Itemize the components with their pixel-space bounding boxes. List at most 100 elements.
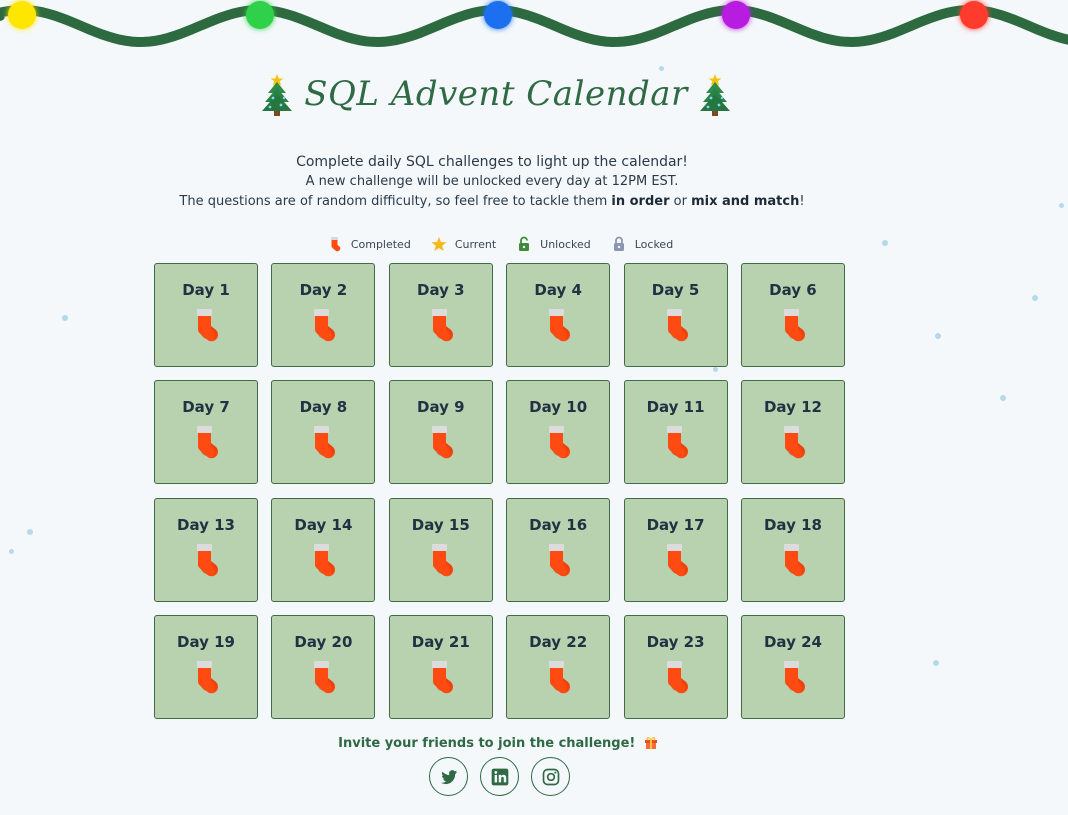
twitter-share-button[interactable]	[429, 757, 468, 796]
legend-label: Current	[454, 237, 497, 251]
legend-completed: Completed	[327, 236, 411, 252]
legend-label: Unlocked	[540, 237, 591, 251]
day-tile-14[interactable]: Day 14	[271, 497, 376, 602]
invite-message: Invite your friends to join the challeng…	[0, 735, 996, 751]
stocking-icon	[330, 237, 341, 252]
intro-line-3-prefix: The questions are of random difficulty, …	[179, 194, 612, 209]
light-bulb	[8, 1, 36, 29]
page-header: SQL Advent Calendar	[0, 72, 992, 120]
intro-emphasis-in-order: in order	[611, 194, 670, 209]
day-label: Day 23	[646, 632, 705, 651]
day-label: Day 16	[529, 515, 588, 534]
stocking-icon	[783, 426, 805, 459]
stocking-icon	[314, 426, 336, 459]
snowflake	[9, 549, 14, 554]
snowflake	[659, 66, 664, 71]
day-label: Day 22	[529, 632, 588, 651]
legend-unlocked: Unlocked	[516, 236, 591, 252]
day-tile-19[interactable]: Day 19	[154, 614, 258, 719]
day-tile-18[interactable]: Day 18	[740, 497, 845, 602]
snowflake	[1059, 203, 1064, 208]
christmas-tree-icon	[699, 74, 730, 116]
day-label: Day 7	[182, 398, 230, 417]
intro-line-1: Complete daily SQL challenges to light u…	[296, 154, 688, 170]
day-tile-22[interactable]: Day 22	[506, 614, 611, 719]
day-label: Day 11	[646, 398, 705, 417]
day-tile-6[interactable]: Day 6	[740, 263, 845, 367]
day-tile-15[interactable]: Day 15	[388, 497, 493, 602]
social-share-links	[429, 757, 570, 796]
page-title-row: SQL Advent Calendar	[260, 72, 732, 116]
stocking-icon	[783, 543, 805, 576]
day-label: Day 15	[411, 515, 470, 534]
stocking-icon	[431, 543, 453, 576]
day-label: Day 1	[182, 281, 230, 299]
twitter-icon	[440, 769, 457, 784]
day-tile-11[interactable]: Day 11	[623, 380, 728, 485]
intro-line-3: The questions are of random difficulty, …	[0, 192, 984, 212]
gift-icon	[644, 737, 657, 749]
day-label: Day 13	[177, 515, 235, 534]
day-label: Day 12	[763, 398, 822, 417]
intro-line-3-suffix: !	[799, 194, 805, 209]
stocking-icon	[197, 543, 219, 576]
stocking-icon	[197, 309, 219, 342]
day-label: Day 19	[177, 632, 235, 651]
day-tile-8[interactable]: Day 8	[271, 380, 376, 485]
day-label: Day 10	[529, 398, 588, 417]
stocking-icon	[197, 660, 219, 694]
star-icon	[431, 237, 447, 251]
day-label: Day 14	[294, 515, 353, 534]
invite-text: Invite your friends to join the challeng…	[338, 736, 636, 751]
instagram-share-button[interactable]	[531, 757, 570, 796]
stocking-icon	[783, 660, 805, 694]
day-tile-13[interactable]: Day 13	[154, 497, 258, 602]
day-tile-9[interactable]: Day 9	[388, 380, 493, 485]
day-tile-21[interactable]: Day 21	[388, 614, 493, 719]
day-label: Day 6	[769, 281, 817, 299]
stocking-icon	[431, 426, 453, 459]
day-label: Day 8	[299, 398, 348, 417]
stocking-icon	[549, 543, 571, 576]
day-tile-4[interactable]: Day 4	[506, 263, 611, 367]
legend-current: Current	[431, 236, 496, 252]
page-title: SQL Advent Calendar	[304, 74, 688, 114]
day-tile-3[interactable]: Day 3	[388, 263, 493, 367]
day-label: Day 5	[651, 281, 700, 299]
intro-emphasis-mix-and-match: mix and match	[691, 194, 800, 209]
day-tile-2[interactable]: Day 2	[271, 263, 376, 367]
day-tile-1[interactable]: Day 1	[154, 263, 258, 367]
linkedin-share-button[interactable]	[480, 757, 519, 796]
stocking-icon	[666, 426, 688, 459]
day-tile-7[interactable]: Day 7	[154, 380, 258, 485]
stocking-icon	[314, 543, 336, 576]
day-tile-23[interactable]: Day 23	[623, 614, 728, 719]
day-tile-10[interactable]: Day 10	[506, 380, 611, 485]
day-tile-17[interactable]: Day 17	[623, 497, 728, 602]
day-label: Day 24	[763, 632, 822, 651]
day-tile-16[interactable]: Day 16	[506, 497, 611, 602]
snowflake	[1032, 295, 1038, 301]
stocking-icon	[783, 309, 805, 342]
stocking-icon	[197, 426, 219, 459]
legend-label: Locked	[634, 237, 674, 251]
light-bulb	[484, 1, 512, 29]
stocking-icon	[549, 426, 571, 459]
stocking-icon	[549, 309, 571, 342]
intro-line-3-mid: or	[669, 194, 692, 209]
light-bulb	[960, 1, 988, 29]
instagram-icon	[542, 768, 559, 785]
string-lights-garland	[0, 1, 1068, 48]
day-tile-5[interactable]: Day 5	[623, 263, 728, 367]
christmas-tree-icon	[262, 74, 293, 116]
linkedin-icon	[491, 768, 508, 785]
day-label: Day 3	[417, 281, 465, 299]
day-tile-20[interactable]: Day 20	[271, 614, 376, 719]
stocking-icon	[666, 543, 688, 576]
day-label: Day 17	[646, 515, 705, 534]
light-bulb	[246, 1, 274, 29]
day-tile-24[interactable]: Day 24	[740, 614, 845, 719]
stocking-icon	[431, 660, 453, 694]
day-tile-12[interactable]: Day 12	[740, 380, 845, 485]
intro-line-2: A new challenge will be unlocked every d…	[305, 174, 679, 189]
